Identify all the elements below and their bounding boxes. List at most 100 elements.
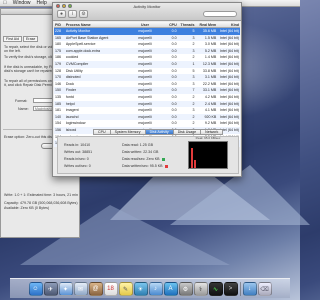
cell-cpu: 0.0 <box>171 68 177 73</box>
col-cpu[interactable]: CPU <box>165 22 177 27</box>
cell-user: mojorelli <box>138 42 152 47</box>
sample-process-button[interactable]: ⚙ <box>79 10 88 18</box>
table-row[interactable]: 165 AirPort Base Station Agent mojorelli 0.… <box>54 34 240 42</box>
mail-icon[interactable]: ✉ <box>73 282 88 296</box>
cell-real-mem: 35.6 MB <box>202 29 217 33</box>
cell-process-name: helpd <box>65 101 75 106</box>
disk-activity-graph <box>188 141 228 169</box>
data-written-label: Data written: <box>122 150 143 154</box>
data-read-sec-value: Zero KB <box>146 157 160 161</box>
cell-cpu: 0.0 <box>171 61 177 66</box>
cell-real-mem: 2.4 MB <box>204 101 217 106</box>
cell-process-name: fontd <box>65 94 74 99</box>
itunes-icon[interactable]: ♪ <box>148 282 163 296</box>
calendar-icon[interactable]: 18 <box>103 282 118 296</box>
quit-process-button[interactable]: ● <box>57 10 66 18</box>
table-row[interactable]: 228 Activity Monitor mojorelli 0.0 5 35.6 MB I… <box>54 28 240 35</box>
tab-network[interactable]: Network <box>200 129 224 135</box>
data-written-sec-stat: Data written/sec: 95.5 KB <box>122 164 168 168</box>
menu-help[interactable]: Help <box>37 0 47 6</box>
apple-menu-icon[interactable]:  <box>3 0 7 6</box>
activity-monitor-icon[interactable]: ∿ <box>208 282 223 296</box>
cell-process-name: AirPort Base Station Agent <box>65 35 109 40</box>
cell-real-mem: 4.1 MB <box>204 108 217 113</box>
table-row[interactable]: 154 loginwindow mojorelli 0.0 2 9.2 MB Intel (… <box>54 120 240 127</box>
tab-disk-usage[interactable]: Disk Usage <box>172 129 201 135</box>
finder-icon[interactable]: ☺ <box>28 282 43 296</box>
table-row[interactable]: 180 AppleSpell.service mojorelli 0.0 2 3.0 MB… <box>54 41 240 48</box>
table-row[interactable]: 175 com.apple.dock.extra mojorelli 0.0 3 5.2 … <box>54 47 240 55</box>
tab-disk-activity[interactable]: Disk Activity <box>144 129 173 135</box>
downloads-icon[interactable]: ↓ <box>242 282 257 296</box>
cell-user: mojorelli <box>138 61 152 66</box>
tab-system-memory[interactable]: System Memory <box>109 129 145 135</box>
cell-process-name: distnoted <box>65 75 81 80</box>
cell-pid: 228 <box>55 29 61 33</box>
safari-icon[interactable]: ✦ <box>58 282 73 296</box>
tab-first-aid[interactable]: First Aid <box>3 36 22 42</box>
data-read-stat: Data read: 1.25 GB <box>122 143 153 147</box>
col-threads[interactable]: Threads <box>177 22 195 27</box>
cell-kind: Intel (64 bit) <box>220 35 239 40</box>
cell-pid: 185 <box>55 101 61 106</box>
cell-real-mem: 3.0 MB <box>204 42 217 47</box>
cell-cpu: 0.0 <box>171 101 177 106</box>
process-table: PID Process Name User CPU Threads Real M… <box>54 22 240 147</box>
cell-real-mem: 1.4 MB <box>204 55 217 60</box>
trash-icon[interactable]: ⌫ <box>257 282 272 296</box>
cell-threads: 1 <box>192 61 195 66</box>
cell-pid: 150 <box>55 88 61 93</box>
cell-user: mojorelli <box>138 121 152 126</box>
tab-erase[interactable]: Erase <box>22 36 39 42</box>
filter-search-field[interactable] <box>203 11 237 17</box>
col-pid[interactable]: PID <box>54 22 66 27</box>
table-row[interactable]: 128 Disk Utility mojorelli 0.0 5 33.8 MB Intel… <box>54 67 240 75</box>
cell-process-name: imagent <box>65 108 79 113</box>
disk-utility-icon[interactable]: ⚕ <box>193 282 208 296</box>
table-row[interactable]: 186 cookied mojorelli 0.0 2 1.4 MB Intel (64 b… <box>54 54 240 61</box>
cell-threads: 3 <box>192 35 195 40</box>
table-row[interactable]: 150 Finder mojorelli 0.0 7 33.1 MB Intel (64 b… <box>54 87 240 94</box>
cell-process-name: Dock <box>65 81 75 86</box>
table-row[interactable]: 185 helpd mojorelli 0.0 2 2.4 MB Intel (64 bit… <box>54 100 240 108</box>
cell-user: mojorelli <box>138 81 152 86</box>
data-read-sec-stat: Data read/sec: Zero KB <box>122 157 165 161</box>
col-process-name[interactable]: Process Name <box>66 22 125 27</box>
inspect-button[interactable]: i <box>68 10 77 18</box>
cell-cpu: 0.0 <box>171 114 177 119</box>
launchpad-icon[interactable]: ✈ <box>43 282 58 296</box>
data-read-label: Data read: <box>122 143 139 147</box>
table-row[interactable]: 135 fontd mojorelli 0.0 2 4.2 MB Intel (64 bit… <box>54 93 240 101</box>
table-row[interactable]: 179 CVMCompiler mojorelli 0.0 1 12.3 MB Intel … <box>54 60 240 68</box>
cell-threads: 2 <box>192 101 195 106</box>
activity-monitor-titlebar: Activity Monitor ● i ⚙ <box>53 3 241 21</box>
writes-out-value: 38851 <box>82 150 93 154</box>
cell-user: mojorelli <box>138 114 152 119</box>
table-row[interactable]: 140 launchd mojorelli 0.0 2 920 KB Intel (64 b… <box>54 113 240 121</box>
writes-out-stat: Writes out: 38851 <box>64 150 92 154</box>
contacts-icon[interactable]: @ <box>88 282 103 296</box>
table-row[interactable]: 170 distnoted mojorelli 0.0 3 3.1 MB Intel (64… <box>54 74 240 81</box>
appstore-icon[interactable]: A <box>163 282 178 296</box>
write-color-swatch <box>164 164 168 168</box>
photos-icon[interactable]: ☀ <box>133 282 148 296</box>
table-row[interactable]: 146 Dock mojorelli 0.0 3 22.2 MB Intel (64 bit… <box>54 80 240 88</box>
tab-cpu[interactable]: CPU <box>93 129 110 135</box>
table-row[interactable]: 181 imagent mojorelli 0.0 3 4.1 MB Intel (64 b… <box>54 107 240 114</box>
col-kind[interactable]: Kind <box>216 22 240 27</box>
cell-threads: 3 <box>192 108 195 113</box>
preferences-icon[interactable]: ⚙ <box>178 282 193 296</box>
cell-kind: Intel (64 bit) <box>220 55 239 60</box>
col-real-mem[interactable]: Real Mem <box>194 22 216 27</box>
cell-cpu: 0.0 <box>171 108 177 113</box>
cell-kind: Intel (64 bit) <box>220 75 239 80</box>
terminal-icon[interactable]: > <box>223 282 238 296</box>
monitor-tabs: CPU System Memory Disk Activity Disk Usa… <box>93 129 224 135</box>
cell-pid: 135 <box>55 94 61 99</box>
col-user[interactable]: User <box>125 22 165 27</box>
notes-icon[interactable]: ✎ <box>118 282 133 296</box>
graph-peak-label: Peak: 95.0 KB/sec <box>195 136 221 140</box>
cell-cpu: 0.0 <box>171 48 177 53</box>
menu-window[interactable]: Window <box>13 0 31 6</box>
status-line: Write: 1.0 + 1: Estimated time: 3 hours,… <box>4 193 78 197</box>
